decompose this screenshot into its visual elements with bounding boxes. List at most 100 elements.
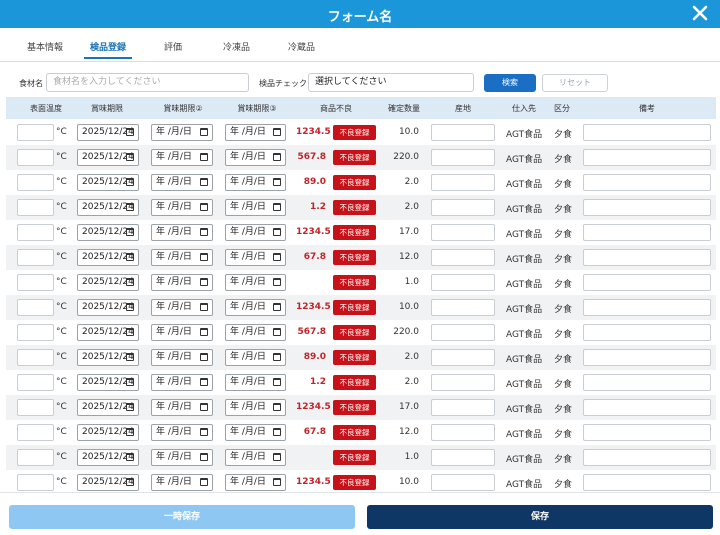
expiry-date-2-input[interactable]: 年 /月/日	[151, 449, 213, 466]
tab-evaluation[interactable]: 評価	[164, 40, 182, 53]
calendar-icon[interactable]	[200, 378, 208, 386]
calendar-icon[interactable]	[126, 253, 134, 261]
expiry-date-2-input[interactable]: 年 /月/日	[151, 474, 213, 491]
surface-temp-input[interactable]	[17, 399, 54, 416]
calendar-icon[interactable]	[200, 353, 208, 361]
expiry-date-3-input[interactable]: 年 /月/日	[225, 274, 286, 291]
calendar-icon[interactable]	[273, 428, 281, 436]
origin-input[interactable]	[431, 449, 495, 466]
calendar-icon[interactable]	[126, 203, 134, 211]
surface-temp-input[interactable]	[17, 199, 54, 216]
origin-input[interactable]	[431, 274, 495, 291]
remarks-input[interactable]	[583, 174, 711, 191]
expiry-date-input[interactable]: 2025/12/24	[77, 224, 139, 241]
expiry-date-input[interactable]: 2025/12/24	[77, 424, 139, 441]
remarks-input[interactable]	[583, 249, 711, 266]
save-button[interactable]: 保存	[367, 505, 713, 529]
surface-temp-input[interactable]	[17, 474, 54, 491]
calendar-icon[interactable]	[273, 278, 281, 286]
expiry-date-2-input[interactable]: 年 /月/日	[151, 224, 213, 241]
tab-basic-info[interactable]: 基本情報	[27, 40, 63, 53]
calendar-icon[interactable]	[200, 278, 208, 286]
calendar-icon[interactable]	[126, 228, 134, 236]
calendar-icon[interactable]	[273, 178, 281, 186]
expiry-date-input[interactable]: 2025/12/24	[77, 149, 139, 166]
expiry-date-input[interactable]: 2025/12/24	[77, 474, 139, 491]
calendar-icon[interactable]	[273, 153, 281, 161]
temp-save-button[interactable]: 一時保存	[9, 505, 355, 529]
remarks-input[interactable]	[583, 399, 711, 416]
tab-chilled[interactable]: 冷蔵品	[288, 40, 315, 53]
expiry-date-2-input[interactable]: 年 /月/日	[151, 124, 213, 141]
calendar-icon[interactable]	[126, 303, 134, 311]
calendar-icon[interactable]	[126, 478, 134, 486]
surface-temp-input[interactable]	[17, 424, 54, 441]
calendar-icon[interactable]	[126, 353, 134, 361]
origin-input[interactable]	[431, 324, 495, 341]
calendar-icon[interactable]	[273, 378, 281, 386]
origin-input[interactable]	[431, 199, 495, 216]
expiry-date-3-input[interactable]: 年 /月/日	[225, 399, 286, 416]
remarks-input[interactable]	[583, 224, 711, 241]
expiry-date-2-input[interactable]: 年 /月/日	[151, 374, 213, 391]
expiry-date-3-input[interactable]: 年 /月/日	[225, 124, 286, 141]
surface-temp-input[interactable]	[17, 174, 54, 191]
register-defect-button[interactable]: 不良登録	[333, 375, 376, 390]
remarks-input[interactable]	[583, 474, 711, 491]
expiry-date-input[interactable]: 2025/12/24	[77, 274, 139, 291]
register-defect-button[interactable]: 不良登録	[333, 450, 376, 465]
expiry-date-3-input[interactable]: 年 /月/日	[225, 149, 286, 166]
register-defect-button[interactable]: 不良登録	[333, 475, 376, 490]
ingredient-search-input[interactable]: 食材名を入力してください	[46, 73, 249, 92]
calendar-icon[interactable]	[273, 353, 281, 361]
reset-button[interactable]: リセット	[542, 74, 608, 92]
expiry-date-input[interactable]: 2025/12/24	[77, 249, 139, 266]
register-defect-button[interactable]: 不良登録	[333, 325, 376, 340]
calendar-icon[interactable]	[273, 403, 281, 411]
expiry-date-2-input[interactable]: 年 /月/日	[151, 299, 213, 316]
register-defect-button[interactable]: 不良登録	[333, 275, 376, 290]
calendar-icon[interactable]	[273, 228, 281, 236]
expiry-date-3-input[interactable]: 年 /月/日	[225, 324, 286, 341]
calendar-icon[interactable]	[200, 403, 208, 411]
origin-input[interactable]	[431, 349, 495, 366]
expiry-date-2-input[interactable]: 年 /月/日	[151, 199, 213, 216]
expiry-date-3-input[interactable]: 年 /月/日	[225, 174, 286, 191]
register-defect-button[interactable]: 不良登録	[333, 400, 376, 415]
calendar-icon[interactable]	[200, 303, 208, 311]
origin-input[interactable]	[431, 174, 495, 191]
register-defect-button[interactable]: 不良登録	[333, 350, 376, 365]
expiry-date-input[interactable]: 2025/12/24	[77, 324, 139, 341]
surface-temp-input[interactable]	[17, 124, 54, 141]
surface-temp-input[interactable]	[17, 149, 54, 166]
calendar-icon[interactable]	[200, 253, 208, 261]
expiry-date-2-input[interactable]: 年 /月/日	[151, 399, 213, 416]
register-defect-button[interactable]: 不良登録	[333, 225, 376, 240]
origin-input[interactable]	[431, 149, 495, 166]
remarks-input[interactable]	[583, 374, 711, 391]
calendar-icon[interactable]	[126, 278, 134, 286]
calendar-icon[interactable]	[126, 453, 134, 461]
expiry-date-3-input[interactable]: 年 /月/日	[225, 249, 286, 266]
calendar-icon[interactable]	[126, 153, 134, 161]
expiry-date-input[interactable]: 2025/12/24	[77, 349, 139, 366]
surface-temp-input[interactable]	[17, 249, 54, 266]
calendar-icon[interactable]	[200, 428, 208, 436]
calendar-icon[interactable]	[126, 128, 134, 136]
origin-input[interactable]	[431, 474, 495, 491]
expiry-date-3-input[interactable]: 年 /月/日	[225, 224, 286, 241]
expiry-date-3-input[interactable]: 年 /月/日	[225, 474, 286, 491]
calendar-icon[interactable]	[273, 203, 281, 211]
calendar-icon[interactable]	[200, 178, 208, 186]
expiry-date-input[interactable]: 2025/12/24	[77, 299, 139, 316]
remarks-input[interactable]	[583, 424, 711, 441]
calendar-icon[interactable]	[126, 328, 134, 336]
tab-inspection[interactable]: 検品登録	[90, 40, 126, 53]
calendar-icon[interactable]	[126, 403, 134, 411]
register-defect-button[interactable]: 不良登録	[333, 425, 376, 440]
calendar-icon[interactable]	[273, 253, 281, 261]
calendar-icon[interactable]	[273, 303, 281, 311]
calendar-icon[interactable]	[200, 228, 208, 236]
close-icon[interactable]	[690, 3, 710, 23]
register-defect-button[interactable]: 不良登録	[333, 125, 376, 140]
